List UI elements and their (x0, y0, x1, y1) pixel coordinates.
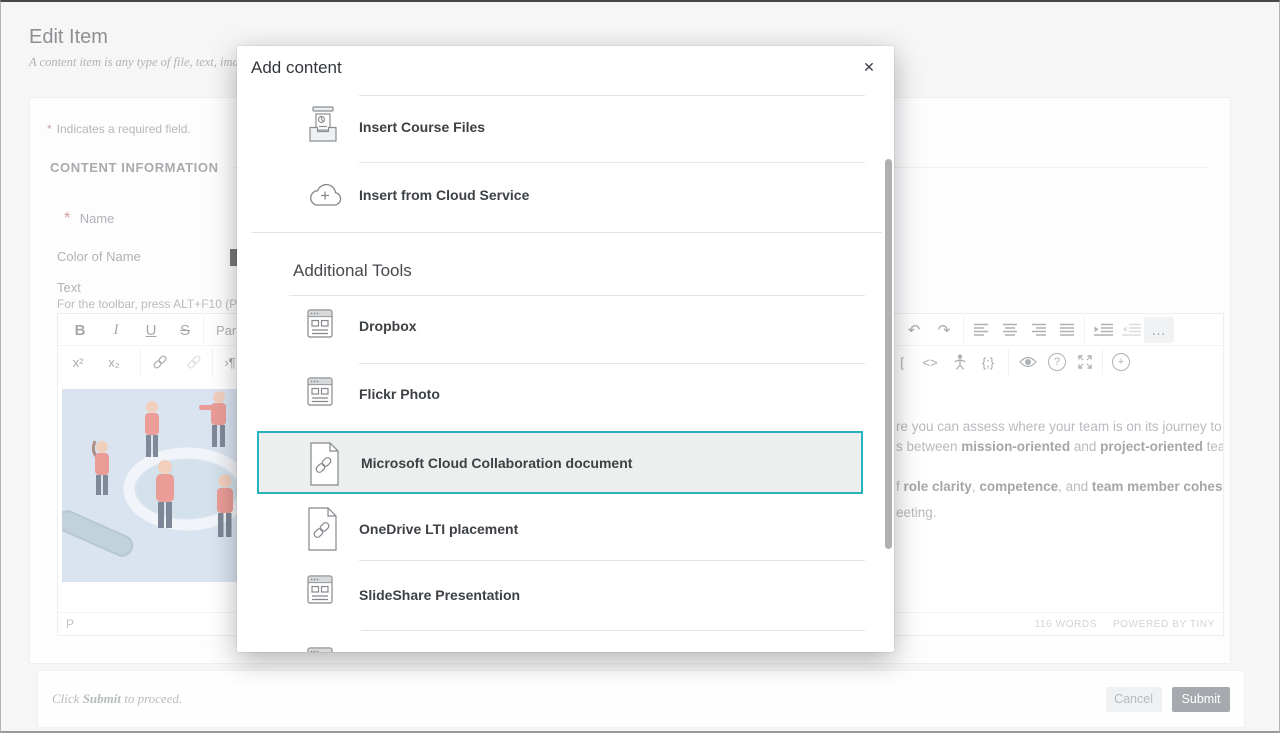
add-content-modal: Add content ✕ Insert Course Files Insert… (237, 46, 894, 652)
course-files-icon (307, 106, 339, 143)
list-divider (359, 363, 865, 364)
list-divider (359, 95, 865, 96)
screenshot-root: Edit Item A content item is any type of … (0, 0, 1280, 733)
web-window-icon (307, 377, 333, 407)
list-divider (361, 630, 865, 631)
list-divider (359, 560, 865, 561)
list-item-selected[interactable]: Microsoft Cloud Collaboration document (257, 431, 863, 494)
web-window-icon (307, 575, 333, 605)
web-window-icon (307, 647, 333, 652)
close-icon[interactable]: ✕ (858, 56, 880, 78)
document-link-icon (307, 507, 337, 551)
modal-scrollbar-thumb[interactable] (885, 159, 892, 549)
modal-title: Add content (251, 58, 342, 78)
web-window-icon (307, 309, 333, 339)
list-divider (359, 162, 865, 163)
additional-tools-heading: Additional Tools (293, 261, 412, 281)
cloud-plus-icon (307, 181, 343, 208)
section-rule (289, 295, 865, 296)
section-divider (251, 232, 882, 233)
document-link-icon (309, 442, 339, 486)
